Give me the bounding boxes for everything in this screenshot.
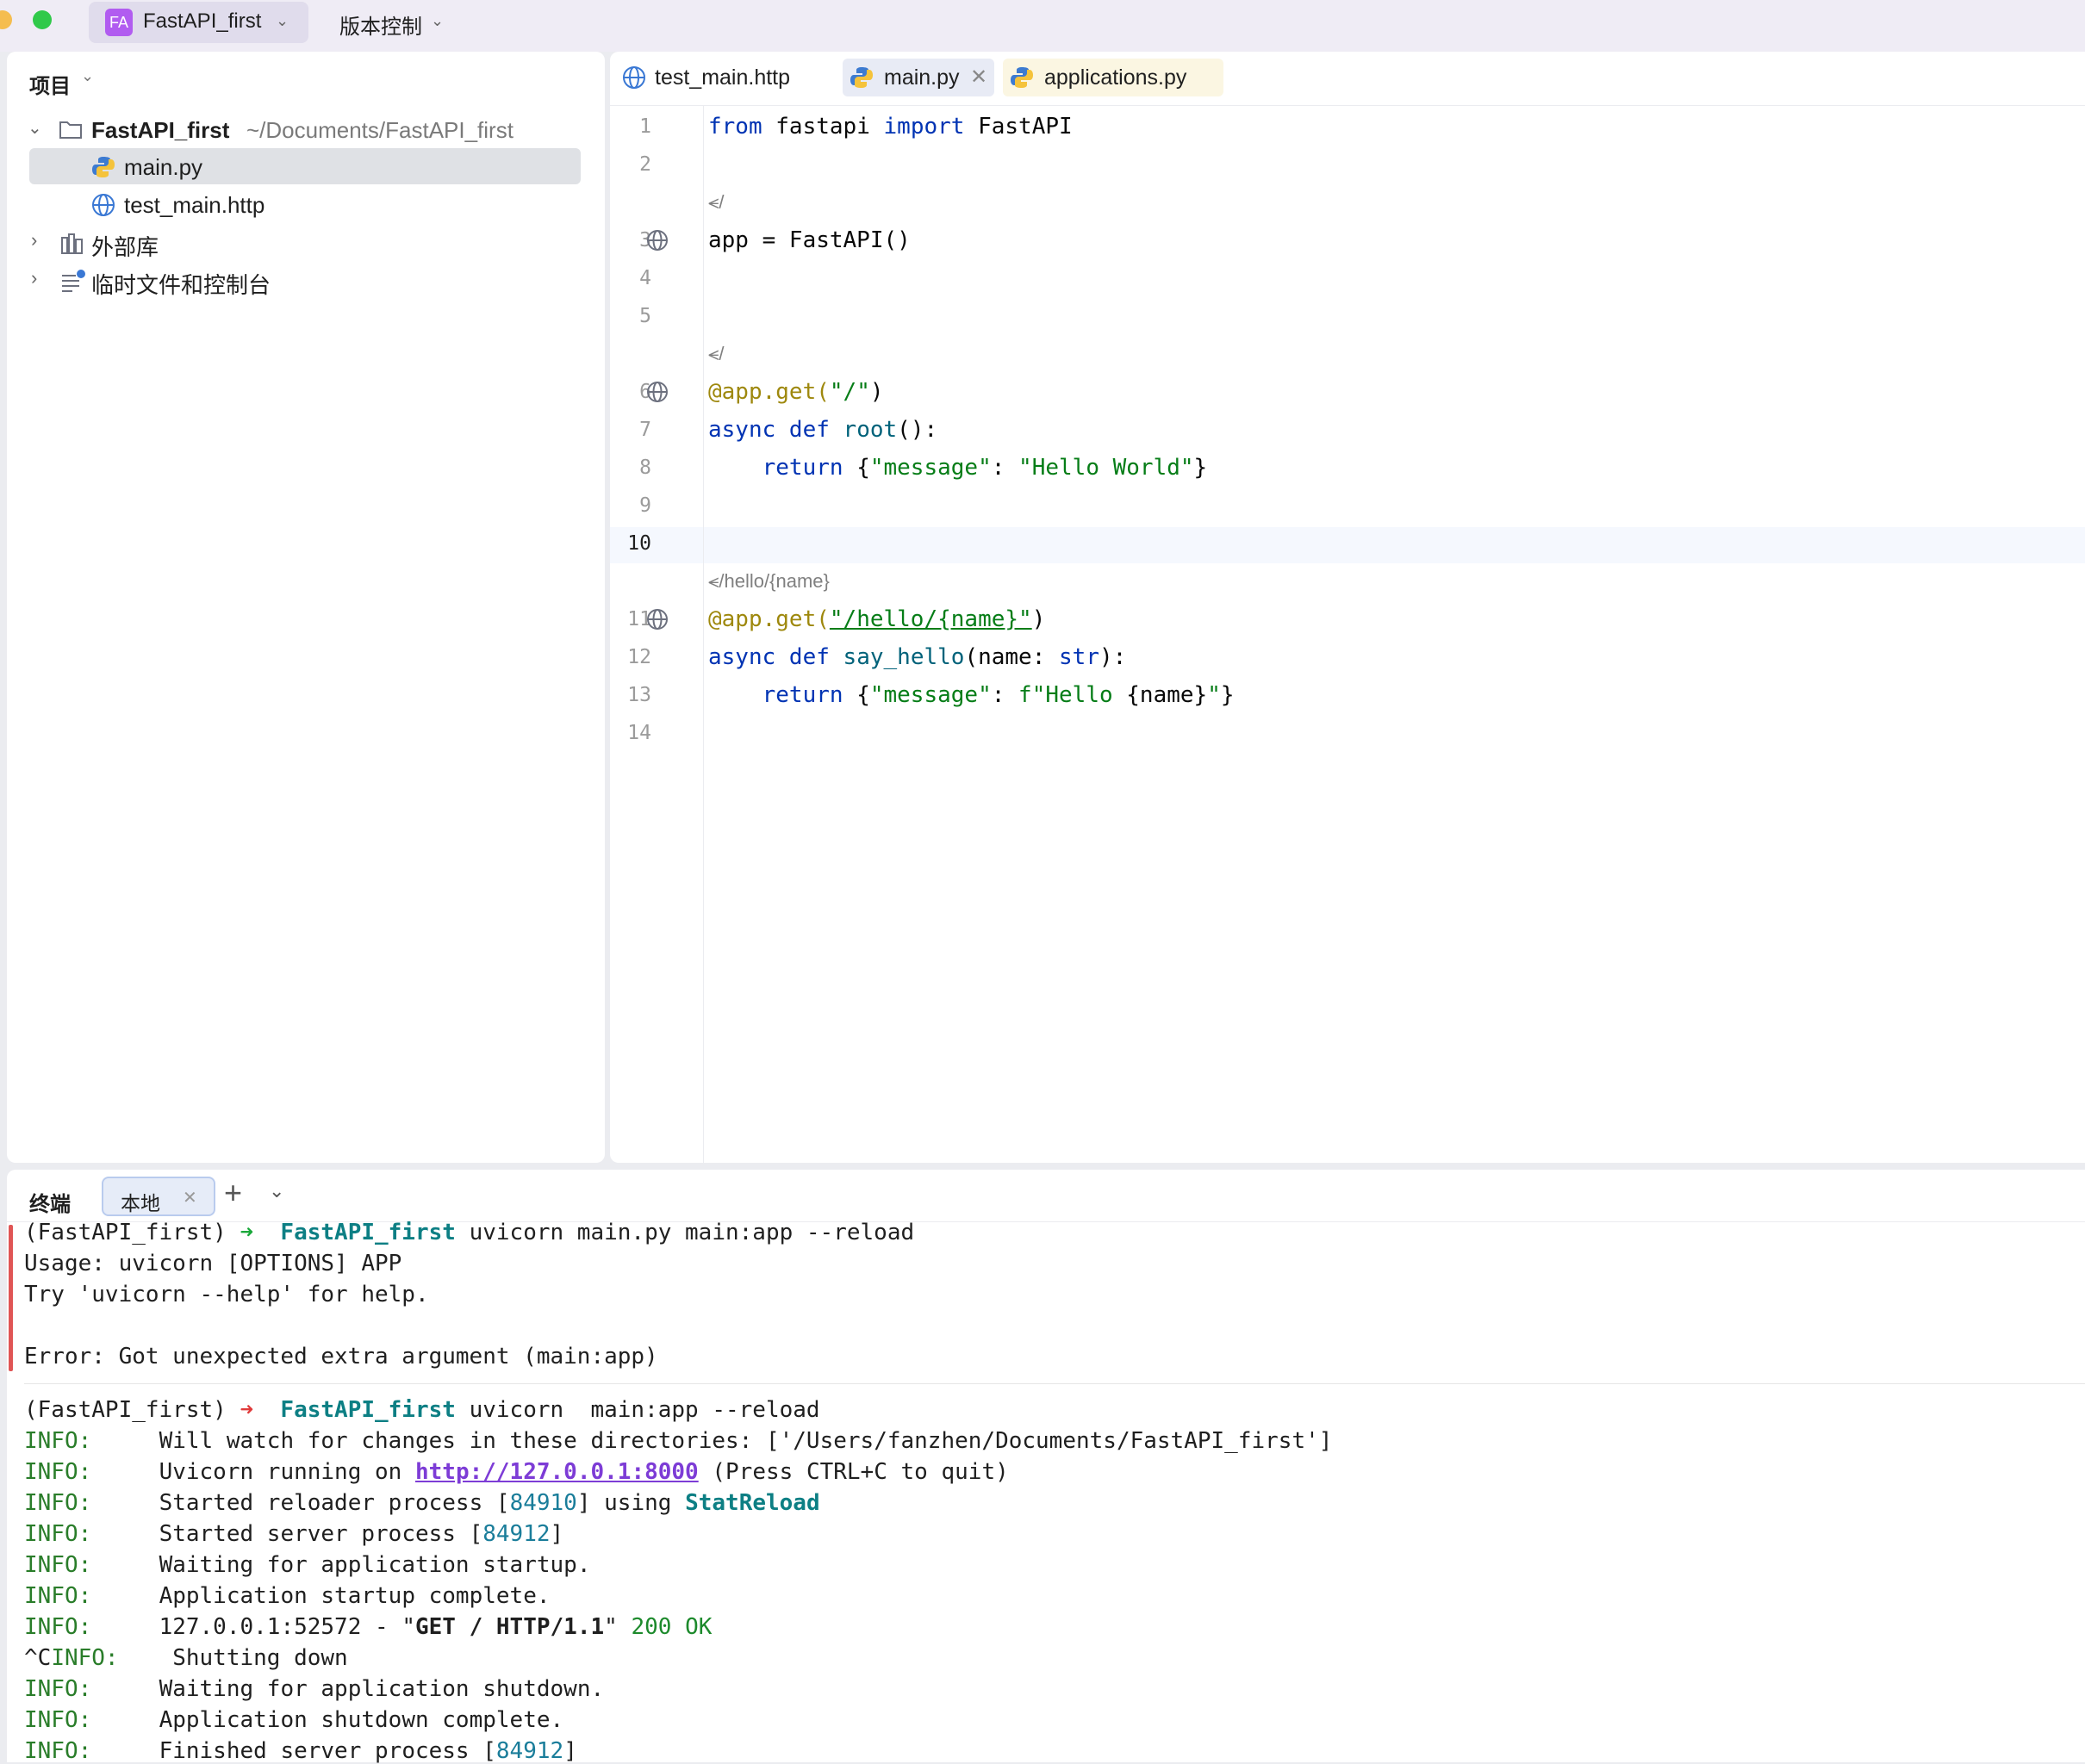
line-number: 14 <box>627 722 651 744</box>
code-line[interactable]: @app.get("/hello/{name}") <box>708 606 1045 632</box>
line-number: 1 <box>639 115 651 138</box>
tab-divider <box>610 105 2085 106</box>
tab-label: test_main.http <box>655 65 791 90</box>
chevron-down-icon[interactable]: ⌄ <box>81 67 94 85</box>
code-line[interactable]: @app.get("/") <box>708 379 884 405</box>
terminal-line: INFO: Application shutdown complete. <box>24 1707 564 1733</box>
share-icon: ⪪ <box>708 191 719 213</box>
editor-panel: test_main.http main.py ✕ applications.py… <box>610 52 2085 1163</box>
code-line[interactable]: app = FastAPI() <box>708 227 911 253</box>
file-main-py[interactable]: main.py <box>124 154 202 181</box>
tab-main-py[interactable]: main.py ✕ <box>843 59 994 96</box>
endpoint-globe-icon[interactable] <box>646 381 669 403</box>
close-icon[interactable]: ✕ <box>183 1187 197 1208</box>
project-badge: FA <box>105 9 133 36</box>
chevron-down-icon[interactable]: ⌄ <box>269 1180 284 1202</box>
title-bar: FA FastAPI_first ⌄ 版本控制 ⌄ <box>0 0 2085 52</box>
python-icon <box>1010 65 1034 90</box>
line-number: 13 <box>627 684 651 706</box>
python-icon <box>91 155 115 179</box>
terminal-line: INFO: Started server process [84912] <box>24 1521 564 1547</box>
code-line[interactable]: return {"message": f"Hello {name}"} <box>708 682 1235 708</box>
line-number: 3 <box>639 229 651 252</box>
project-name: FastAPI_first <box>143 9 262 33</box>
terminal-line: INFO: Finished server process [84912] <box>24 1738 577 1764</box>
line-number: 12 <box>627 646 651 668</box>
tab-test-main-http[interactable]: test_main.http <box>622 59 829 96</box>
endpoint-hint[interactable]: ⪪/hello/{name} <box>708 570 830 593</box>
gutter-divider <box>703 105 704 1163</box>
line-number: 11 <box>627 608 651 630</box>
endpoint-globe-icon[interactable] <box>646 229 669 252</box>
folder-icon <box>59 119 83 140</box>
terminal-line: INFO: Waiting for application shutdown. <box>24 1676 605 1702</box>
terminal-tab-label: 本地 <box>121 1192 160 1214</box>
project-root[interactable]: FastAPI_first <box>91 117 229 144</box>
terminal-line: (FastAPI_first) ➜ FastAPI_first uvicorn … <box>24 1220 915 1245</box>
maximize-window-button[interactable] <box>33 10 52 29</box>
terminal-title: 终端 <box>29 1193 71 1216</box>
code-line[interactable]: async def root(): <box>708 417 937 443</box>
python-icon <box>850 65 874 90</box>
scratches-icon <box>60 269 86 293</box>
share-icon: ⪪ <box>708 343 719 364</box>
scratches-and-consoles[interactable]: 临时文件和控制台 <box>91 268 271 300</box>
terminal-line: INFO: Uvicorn running on http://127.0.0.… <box>24 1459 1009 1485</box>
chevron-down-icon: ⌄ <box>431 12 445 29</box>
terminal-line: INFO: Started reloader process [84910] u… <box>24 1490 820 1516</box>
terminal-panel: 终端 本地 ✕ + ⌄ (FastAPI_first) ➜ FastAPI_fi… <box>7 1170 2085 1764</box>
line-number: 5 <box>639 305 651 327</box>
line-number: 10 <box>627 532 651 555</box>
globe-icon <box>91 193 115 217</box>
line-number: 7 <box>639 419 651 441</box>
chevron-down-icon: ⌄ <box>276 12 289 29</box>
terminal-line: INFO: Application startup complete. <box>24 1583 551 1609</box>
current-line-highlight <box>610 527 2085 563</box>
code-line[interactable]: async def say_hello(name: str): <box>708 644 1126 670</box>
terminal-line: Try 'uvicorn --help' for help. <box>24 1282 429 1307</box>
tab-label: main.py <box>884 65 960 90</box>
endpoint-hint[interactable]: ⪪"/"/ <box>708 343 725 365</box>
server-url-link[interactable]: http://127.0.0.1:8000 <box>415 1459 699 1485</box>
line-number: 8 <box>639 457 651 479</box>
project-panel-title[interactable]: 项目 <box>29 69 71 99</box>
file-test-main-http[interactable]: test_main.http <box>124 192 265 219</box>
terminal-line: Usage: uvicorn [OPTIONS] APP <box>24 1251 402 1276</box>
tab-label: applications.py <box>1044 65 1187 90</box>
code-line[interactable]: from fastapi import FastAPI <box>708 114 1073 140</box>
terminal-line: ^CINFO: Shutting down <box>24 1645 348 1671</box>
code-line[interactable]: return {"message": "Hello World"} <box>708 455 1208 481</box>
line-number: 2 <box>639 153 651 176</box>
line-number: 9 <box>639 494 651 517</box>
terminal-line: (FastAPI_first) ➜ FastAPI_first uvicorn … <box>24 1397 820 1423</box>
chevron-right-icon[interactable]: › <box>31 267 37 289</box>
terminal-line: INFO: 127.0.0.1:52572 - "GET / HTTP/1.1"… <box>24 1614 713 1640</box>
terminal-line: Error: Got unexpected extra argument (ma… <box>24 1344 658 1370</box>
vcs-menu[interactable]: 版本控制 <box>339 9 422 40</box>
add-terminal-button[interactable]: + <box>224 1175 242 1211</box>
tab-applications-py[interactable]: applications.py <box>1003 59 1223 96</box>
error-marker <box>9 1225 13 1371</box>
project-panel: 项目 ⌄ ⌄ FastAPI_first ~/Documents/FastAPI… <box>7 52 605 1163</box>
library-icon <box>60 233 84 255</box>
project-root-path: ~/Documents/FastAPI_first <box>246 117 513 143</box>
share-icon: ⪪ <box>708 570 719 592</box>
line-number: 4 <box>639 267 651 289</box>
terminal-line: INFO: Will watch for changes in these di… <box>24 1428 1333 1454</box>
endpoint-globe-icon[interactable] <box>646 608 669 630</box>
terminal-line: INFO: Waiting for application startup. <box>24 1552 591 1578</box>
close-icon[interactable]: ✕ <box>970 59 987 96</box>
chevron-right-icon[interactable]: › <box>31 229 37 252</box>
globe-icon <box>622 65 646 90</box>
external-libraries[interactable]: 外部库 <box>91 230 159 262</box>
command-separator <box>24 1383 2085 1384</box>
endpoint-hint[interactable]: ⪪/ <box>708 191 725 214</box>
chevron-down-icon[interactable]: ⌄ <box>28 117 42 139</box>
line-number: 6 <box>639 381 651 403</box>
minimize-window-button[interactable] <box>0 10 12 29</box>
terminal-tab-local[interactable]: 本地 ✕ <box>102 1177 215 1216</box>
